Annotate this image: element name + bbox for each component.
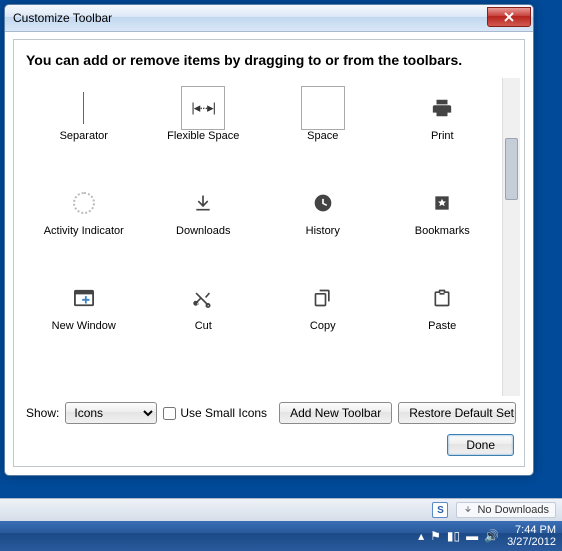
clock-time: 7:44 PM bbox=[507, 524, 556, 536]
skype-icon[interactable]: S bbox=[432, 502, 448, 518]
downloads-status[interactable]: No Downloads bbox=[456, 502, 556, 518]
space-icon bbox=[301, 88, 345, 128]
taskbar-clock[interactable]: 7:44 PM 3/27/2012 bbox=[507, 524, 556, 548]
browser-statusbar: S No Downloads bbox=[0, 498, 562, 521]
dialog-body: You can add or remove items by dragging … bbox=[13, 39, 525, 467]
item-downloads[interactable]: Downloads bbox=[144, 177, 264, 272]
window-title: Customize Toolbar bbox=[13, 11, 487, 25]
item-space[interactable]: Space bbox=[263, 82, 383, 177]
instruction-text: You can add or remove items by dragging … bbox=[26, 52, 520, 68]
item-label: Copy bbox=[310, 320, 336, 332]
paste-icon bbox=[420, 278, 464, 318]
item-bookmarks[interactable]: Bookmarks bbox=[383, 177, 503, 272]
item-activity-indicator[interactable]: Activity Indicator bbox=[24, 177, 144, 272]
network-icon[interactable]: ▮▯ bbox=[447, 529, 460, 543]
bookmarks-icon bbox=[420, 183, 464, 223]
scrollbar[interactable] bbox=[502, 78, 520, 396]
use-small-icons-label: Use Small Icons bbox=[180, 406, 267, 420]
system-tray[interactable]: ▴ ⚑ ▮▯ ▬ 🔊 bbox=[418, 529, 499, 543]
clock-date: 3/27/2012 bbox=[507, 536, 556, 548]
toolbar-items-grid: Separator |◂∙∙∙▸| Flexible Space Space bbox=[24, 78, 502, 396]
download-arrow-icon bbox=[463, 505, 473, 515]
volume-icon[interactable]: 🔊 bbox=[484, 529, 499, 543]
close-button[interactable] bbox=[487, 7, 531, 27]
flag-icon[interactable]: ⚑ bbox=[430, 529, 441, 543]
done-button[interactable]: Done bbox=[447, 434, 514, 456]
activity-indicator-icon bbox=[62, 183, 106, 223]
options-row: Show: Icons Use Small Icons Add New Tool… bbox=[24, 396, 520, 430]
customize-toolbar-dialog: Customize Toolbar You can add or remove … bbox=[4, 4, 534, 476]
show-label: Show: bbox=[26, 406, 59, 420]
item-label: Downloads bbox=[176, 225, 230, 237]
use-small-icons-option[interactable]: Use Small Icons bbox=[163, 406, 267, 420]
cut-icon bbox=[181, 278, 225, 318]
print-icon bbox=[420, 88, 464, 128]
restore-default-button[interactable]: Restore Default Set bbox=[398, 402, 516, 424]
item-history[interactable]: History bbox=[263, 177, 383, 272]
item-label: History bbox=[306, 225, 340, 237]
item-cut[interactable]: Cut bbox=[144, 272, 264, 367]
new-window-icon bbox=[62, 278, 106, 318]
item-label: Bookmarks bbox=[415, 225, 470, 237]
item-print[interactable]: Print bbox=[383, 82, 503, 177]
item-label: Space bbox=[307, 130, 338, 142]
item-flexible-space[interactable]: |◂∙∙∙▸| Flexible Space bbox=[144, 82, 264, 177]
flexible-space-icon: |◂∙∙∙▸| bbox=[181, 88, 225, 128]
item-separator[interactable]: Separator bbox=[24, 82, 144, 177]
item-label: Separator bbox=[60, 130, 108, 142]
item-copy[interactable]: Copy bbox=[263, 272, 383, 367]
item-label: Print bbox=[431, 130, 454, 142]
item-label: Paste bbox=[428, 320, 456, 332]
show-select[interactable]: Icons bbox=[65, 402, 157, 424]
scroll-thumb[interactable] bbox=[505, 138, 518, 200]
item-label: Activity Indicator bbox=[44, 225, 124, 237]
show-hidden-icons-icon[interactable]: ▴ bbox=[418, 529, 424, 543]
item-paste[interactable]: Paste bbox=[383, 272, 503, 367]
use-small-icons-checkbox[interactable] bbox=[163, 407, 176, 420]
copy-icon bbox=[301, 278, 345, 318]
add-new-toolbar-button[interactable]: Add New Toolbar bbox=[279, 402, 392, 424]
downloads-status-label: No Downloads bbox=[477, 504, 549, 516]
close-icon bbox=[504, 12, 514, 22]
item-new-window[interactable]: New Window bbox=[24, 272, 144, 367]
battery-icon[interactable]: ▬ bbox=[466, 529, 478, 543]
history-icon bbox=[301, 183, 345, 223]
taskbar: ▴ ⚑ ▮▯ ▬ 🔊 7:44 PM 3/27/2012 bbox=[0, 521, 562, 551]
downloads-icon bbox=[181, 183, 225, 223]
item-label: Flexible Space bbox=[167, 130, 239, 142]
item-label: New Window bbox=[52, 320, 116, 332]
titlebar[interactable]: Customize Toolbar bbox=[5, 5, 533, 32]
separator-icon bbox=[62, 88, 106, 128]
item-label: Cut bbox=[195, 320, 212, 332]
